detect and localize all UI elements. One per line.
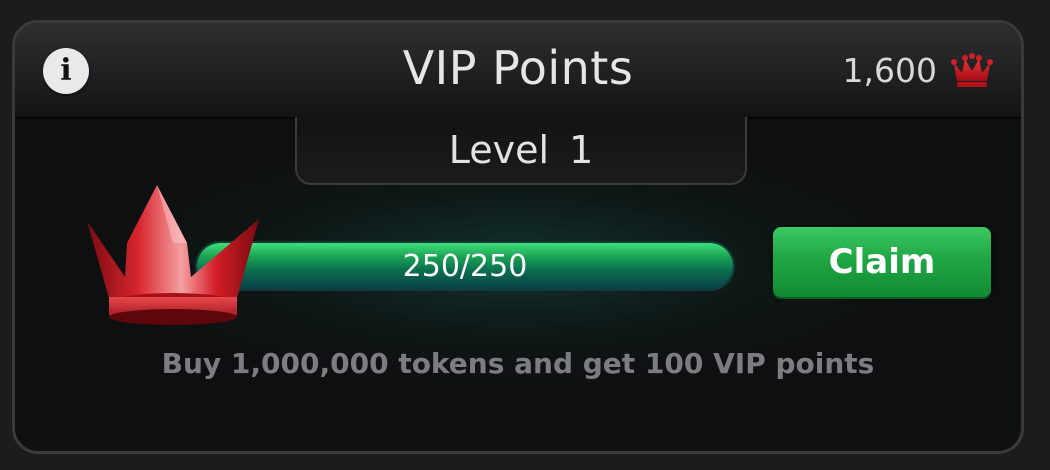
claim-button[interactable]: Claim [773,227,991,297]
crown-icon [83,185,263,335]
vip-points-balance: 1,600 [843,51,993,90]
vip-points-panel: i VIP Points 1,600 Level 1 250/250 Claim… [12,20,1024,454]
level-tab: Level 1 [295,117,747,185]
progress-label: 250/250 [402,248,528,284]
reward-description: Buy 1,000,000 tokens and get 100 VIP poi… [161,347,875,380]
level-label: Level 1 [448,128,594,172]
crown-icon [951,52,993,89]
panel-header: i VIP Points 1,600 [15,23,1021,119]
vip-points-value: 1,600 [842,51,937,90]
vip-progress-bar: 250/250 [195,241,735,291]
